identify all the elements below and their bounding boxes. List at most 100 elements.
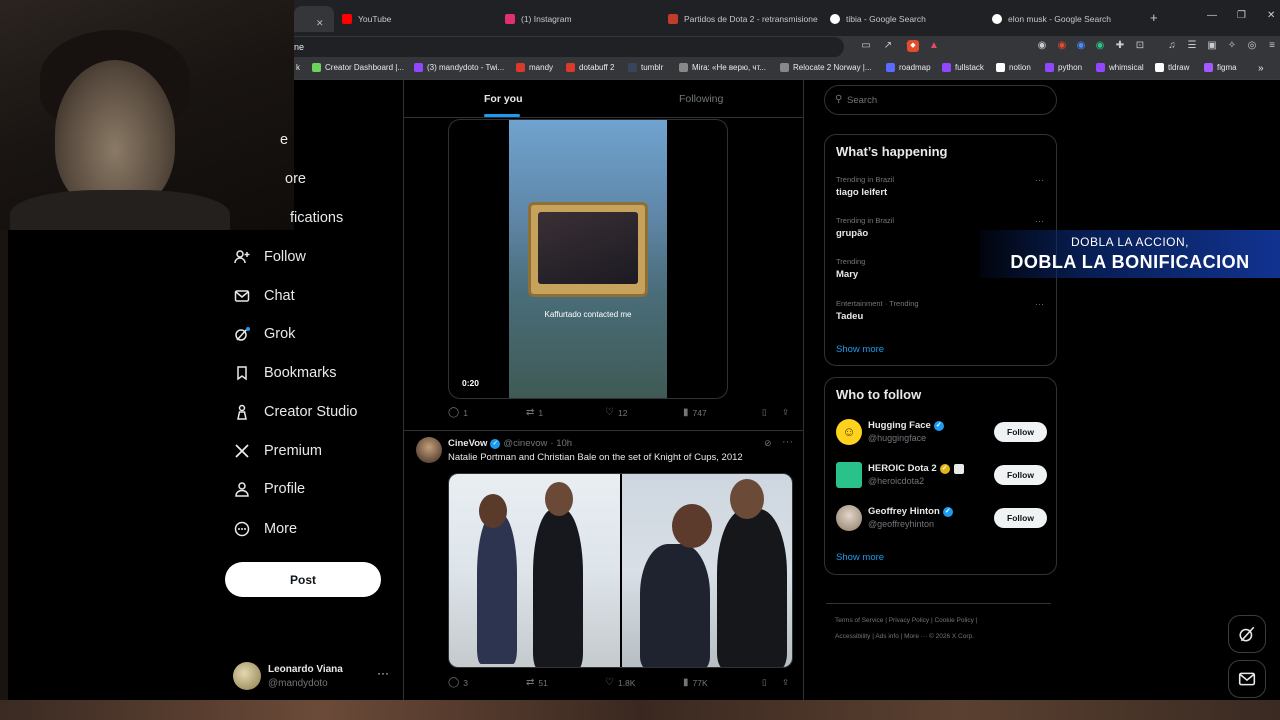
reply-button[interactable]: ◯ 3 bbox=[448, 677, 468, 688]
bookmark-item[interactable]: tldraw bbox=[1155, 63, 1189, 72]
search-input[interactable]: ⚲ Search bbox=[824, 85, 1057, 115]
tab-instagram[interactable]: (1) Instagram bbox=[505, 6, 655, 32]
bookmark-item[interactable]: dotabuff 2 bbox=[566, 63, 614, 72]
bookmark-item[interactable]: k bbox=[296, 63, 300, 72]
messages-floating-button[interactable] bbox=[1228, 660, 1266, 698]
show-more-link[interactable]: Show more bbox=[836, 552, 884, 563]
bookmark-item[interactable]: figma bbox=[1204, 63, 1237, 72]
tab-tibia-search[interactable]: tibia - Google Search bbox=[830, 6, 980, 32]
restore-icon[interactable]: ❐ bbox=[1237, 10, 1246, 21]
sidebar-icon[interactable]: ▣ bbox=[1206, 40, 1218, 52]
nav-bookmarks[interactable]: Bookmarks bbox=[234, 361, 337, 385]
puzzle-icon[interactable]: ✚ bbox=[1114, 40, 1126, 52]
new-tab-plus-icon[interactable]: + bbox=[1150, 10, 1158, 25]
share-icon[interactable]: ↗ bbox=[882, 40, 894, 52]
nav-more[interactable]: More bbox=[234, 517, 297, 541]
bookmark-tweet-icon[interactable]: ▯ bbox=[762, 407, 767, 418]
trend-more-icon[interactable]: ··· bbox=[1035, 299, 1044, 309]
bookmark-tweet-icon[interactable]: ▯ bbox=[762, 677, 767, 688]
bookmark-item[interactable]: whimsical bbox=[1096, 63, 1144, 72]
share-tweet-icon[interactable]: ⇪ bbox=[782, 407, 789, 418]
tweet-time[interactable]: · 10h bbox=[550, 438, 572, 449]
minimize-icon[interactable]: — bbox=[1207, 10, 1217, 21]
cast-icon[interactable]: ▭ bbox=[860, 40, 872, 52]
bookmark-item[interactable]: (3) mandydoto - Twi... bbox=[414, 63, 504, 72]
views-button[interactable]: ▮ 77K bbox=[683, 677, 708, 688]
grok-explain-icon[interactable]: ⊘ bbox=[764, 438, 772, 449]
nav-follow[interactable]: Follow bbox=[234, 245, 306, 269]
close-window-icon[interactable]: ✕ bbox=[1267, 10, 1275, 21]
tab-elon-search[interactable]: elon musk - Google Search bbox=[992, 6, 1142, 32]
extension-icon[interactable]: ◉ bbox=[1036, 40, 1048, 52]
nav-chat[interactable]: Chat bbox=[234, 284, 295, 308]
follow-button[interactable]: Follow bbox=[994, 422, 1047, 442]
leo-icon[interactable]: ✧ bbox=[1226, 40, 1238, 52]
nav-profile[interactable]: Profile bbox=[234, 477, 305, 501]
extension-icon[interactable]: ◉ bbox=[1094, 40, 1106, 52]
trend-more-icon[interactable]: ··· bbox=[1035, 216, 1044, 226]
show-more-link[interactable]: Show more bbox=[836, 344, 884, 355]
like-button[interactable]: ♡ 12 bbox=[605, 407, 627, 418]
nav-creator-studio[interactable]: Creator Studio bbox=[234, 400, 358, 424]
tab-youtube[interactable]: YouTube bbox=[342, 6, 492, 32]
bookmark-item[interactable]: notion bbox=[996, 63, 1031, 72]
media-icon[interactable]: ♫ bbox=[1166, 40, 1178, 52]
nav-premium[interactable]: Premium bbox=[234, 439, 322, 463]
account-switcher[interactable]: Leonardo Viana @mandydoto ··· bbox=[233, 662, 393, 690]
trend-more-icon[interactable]: ··· bbox=[1035, 175, 1044, 185]
tweet-photos[interactable] bbox=[448, 473, 793, 668]
footer-links[interactable]: Accessibility | Ads info | More ··· © 20… bbox=[835, 633, 974, 640]
tab-dota[interactable]: Partidos de Dota 2 - retransmisione bbox=[668, 6, 818, 32]
wallet-icon[interactable]: ◎ bbox=[1246, 40, 1258, 52]
bookmarks-overflow-icon[interactable]: » bbox=[1258, 63, 1264, 74]
author-handle[interactable]: @cinevow bbox=[503, 438, 547, 449]
nav-notifications-partial[interactable]: fications bbox=[290, 206, 343, 230]
bookmark-item[interactable]: python bbox=[1045, 63, 1082, 72]
bookmark-item[interactable]: Creator Dashboard |... bbox=[312, 63, 404, 72]
avatar[interactable] bbox=[416, 437, 442, 463]
tab-for-you[interactable]: For you bbox=[484, 93, 523, 105]
brave-shield-icon[interactable]: ◆ bbox=[907, 40, 919, 52]
follow-suggestion[interactable]: ☺ Hugging Face ✓ @huggingface Follow bbox=[836, 419, 1048, 449]
tab-following[interactable]: Following bbox=[679, 93, 723, 105]
tweet-video[interactable]: Kaffurtado contacted me 0:20 bbox=[448, 119, 728, 399]
extension-icon[interactable]: ◉ bbox=[1075, 40, 1087, 52]
extension-icon[interactable]: ◉ bbox=[1056, 40, 1068, 52]
brave-rewards-icon[interactable]: ▲ bbox=[928, 40, 940, 52]
bookmark-item[interactable]: Mira: «Не верю, чт... bbox=[679, 63, 766, 72]
tweet-photo[interactable] bbox=[449, 474, 620, 667]
trend-item[interactable]: Entertainment · Trending Tadeu ··· bbox=[836, 299, 1046, 322]
close-tab-icon[interactable]: ✕ bbox=[316, 18, 324, 29]
bookmark-item[interactable]: roadmap bbox=[886, 63, 931, 72]
grok-floating-button[interactable] bbox=[1228, 615, 1266, 653]
bookmark-item[interactable]: fullstack bbox=[942, 63, 984, 72]
repost-button[interactable]: ⇄ 51 bbox=[526, 677, 548, 688]
follow-button[interactable]: Follow bbox=[994, 508, 1047, 528]
follow-suggestion[interactable]: HEROIC Dota 2 ✓ @heroicdota2 Follow bbox=[836, 462, 1048, 492]
trend-item[interactable]: Trending in Brazil tiago leifert ··· bbox=[836, 175, 1046, 198]
follow-button[interactable]: Follow bbox=[994, 465, 1047, 485]
share-tweet-icon[interactable]: ⇪ bbox=[782, 677, 789, 688]
views-button[interactable]: ▮ 747 bbox=[683, 407, 707, 418]
screenshot-icon[interactable]: ⊡ bbox=[1134, 40, 1146, 52]
nav-grok[interactable]: Grok bbox=[234, 322, 295, 346]
reading-list-icon[interactable]: ☰ bbox=[1186, 40, 1198, 52]
reply-button[interactable]: ◯ 1 bbox=[448, 407, 468, 418]
author-name[interactable]: CineVow bbox=[448, 438, 487, 449]
repost-button[interactable]: ⇄ 1 bbox=[526, 407, 543, 418]
nav-explore-partial[interactable]: ore bbox=[285, 167, 306, 191]
account-more-icon[interactable]: ··· bbox=[377, 666, 389, 680]
tweet-photo[interactable] bbox=[622, 474, 792, 667]
footer-links[interactable]: Terms of Service | Privacy Policy | Cook… bbox=[835, 617, 977, 624]
nav-home-partial[interactable]: e bbox=[280, 128, 288, 152]
address-bar[interactable]: ne bbox=[294, 37, 844, 57]
like-button[interactable]: ♡ 1.8K bbox=[605, 677, 635, 688]
bookmark-item[interactable]: Relocate 2 Norway |... bbox=[780, 63, 872, 72]
post-button[interactable]: Post bbox=[225, 562, 381, 597]
menu-icon[interactable]: ≡ bbox=[1266, 40, 1278, 52]
follow-suggestion[interactable]: Geoffrey Hinton ✓ @geoffreyhinton Follow bbox=[836, 505, 1048, 535]
tab-active[interactable]: ✕ bbox=[294, 6, 334, 32]
bookmark-item[interactable]: mandy bbox=[516, 63, 553, 72]
bookmark-item[interactable]: tumblr bbox=[628, 63, 663, 72]
tweet-more-icon[interactable]: ··· bbox=[782, 436, 793, 448]
